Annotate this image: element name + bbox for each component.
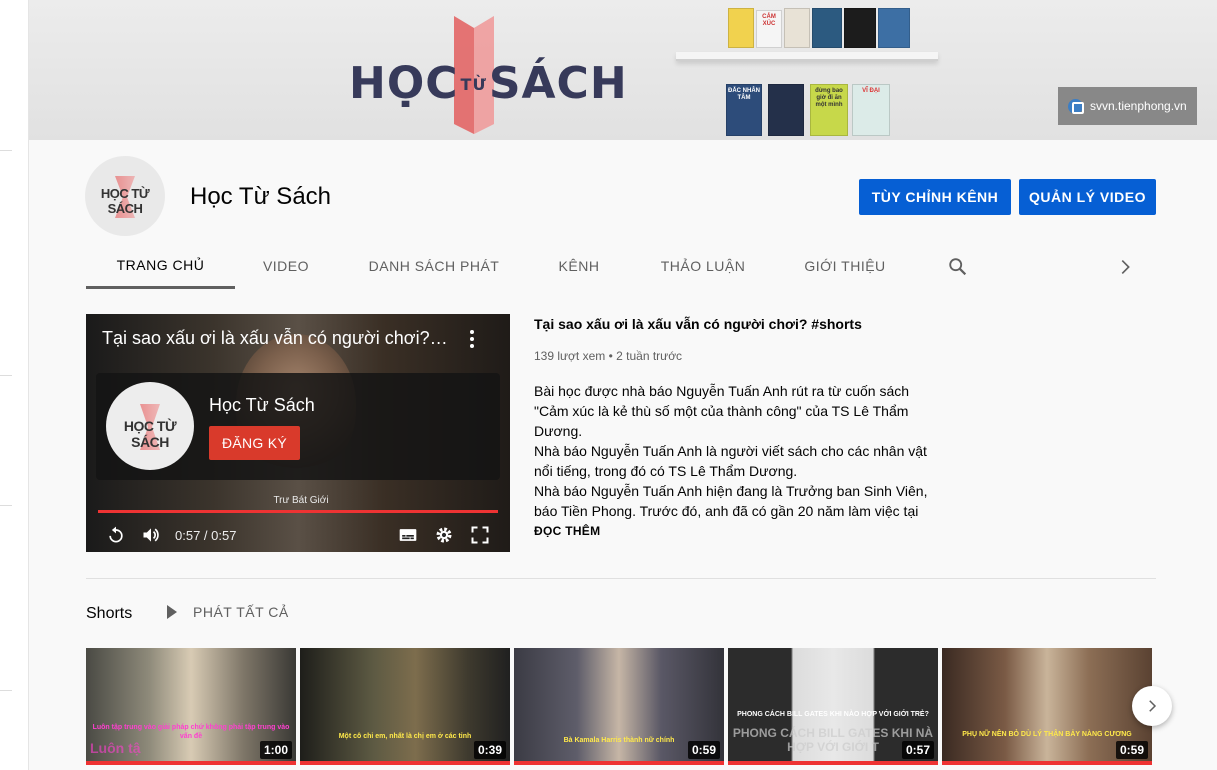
avatar-logo-text: HỌC TỪ SÁCH bbox=[123, 418, 177, 450]
short-thumbnail[interactable]: PHONG CÁCH BILL GATES KHI NÀO HỢP VỚI GI… bbox=[728, 648, 938, 765]
short-caption: PHỤ NỮ NÊN BỎ DÙ LÝ THẬN BẢY NÀNG CƯƠNG bbox=[962, 731, 1132, 738]
watched-bar bbox=[300, 761, 510, 765]
short-caption: Luôn tập trung vào giải pháp chứ không p… bbox=[92, 724, 290, 740]
tab-about[interactable]: GIỚI THIỆU bbox=[796, 244, 894, 288]
book-title: CẢM XÚC bbox=[762, 14, 776, 27]
featured-video-description: Bài học được nhà báo Nguyễn Tuấn Anh rút… bbox=[534, 381, 944, 523]
description-line: Nhà báo Nguyễn Tuấn Anh hiện đang là Trư… bbox=[534, 483, 928, 519]
short-caption: Một cô chi em, nhất là chị em ở các tỉnh bbox=[338, 733, 472, 740]
time-display: 0:57 / 0:57 bbox=[175, 528, 237, 543]
play-icon bbox=[167, 605, 177, 619]
short-thumbnail[interactable]: PHỤ NỮ NÊN BỎ DÙ LÝ THẬN BẢY NÀNG CƯƠNG … bbox=[942, 648, 1152, 765]
manage-videos-button[interactable]: QUẢN LÝ VIDEO bbox=[1019, 179, 1156, 215]
short-caption: PHONG CÁCH BILL GATES KHI NÀO HỢP VỚI GI… bbox=[737, 711, 929, 718]
svvn-logo-icon bbox=[1068, 98, 1084, 114]
play-all-button[interactable]: PHÁT TẤT CẢ bbox=[163, 604, 289, 620]
short-duration: 0:57 bbox=[901, 741, 934, 759]
logo-word-hoc: HỌC bbox=[349, 58, 459, 109]
logo-word-tu: TỪ bbox=[460, 74, 487, 94]
subtitles-icon[interactable] bbox=[398, 525, 418, 545]
channel-tabs: TRANG CHỦ VIDEO DANH SÁCH PHÁT KÊNH THẢO… bbox=[86, 244, 1166, 290]
replay-icon[interactable] bbox=[106, 525, 126, 545]
short-thumbnail[interactable]: Một cô chi em, nhất là chị em ở các tỉnh… bbox=[300, 648, 510, 765]
player-title[interactable]: Tại sao xấu ơi là xấu vẫn có người chơi?… bbox=[102, 328, 452, 349]
short-thumbnail[interactable]: Bà Kamala Harris thành nữ chính 0:59 bbox=[514, 648, 724, 765]
description-line: Nhà báo Nguyễn Tuấn Anh là người viết sá… bbox=[534, 443, 927, 479]
player-controls: 0:57 / 0:57 bbox=[86, 517, 510, 552]
section-divider bbox=[86, 578, 1156, 579]
channel-name: Học Từ Sách bbox=[190, 183, 332, 210]
watched-bar bbox=[514, 761, 724, 765]
watched-bar bbox=[86, 761, 296, 765]
banner-logo: HỌC TỪSÁCH bbox=[349, 14, 627, 134]
watched-bar bbox=[728, 761, 938, 765]
chevron-right-icon[interactable] bbox=[1114, 256, 1136, 278]
book-title: ĐẮC NHÂN TÂM bbox=[728, 88, 760, 101]
channel-header: HỌC TỪ SÁCH Học Từ Sách TÙY CHỈNH KÊNH Q… bbox=[29, 140, 1217, 290]
logo-word-sach: SÁCH bbox=[488, 58, 628, 109]
more-vert-icon[interactable] bbox=[466, 328, 478, 348]
shorts-row: Luôn tập trung vào giải pháp chứ không p… bbox=[86, 648, 1186, 770]
chevron-right-icon bbox=[1149, 700, 1157, 712]
tab-channels[interactable]: KÊNH bbox=[541, 244, 617, 288]
play-all-label: PHÁT TẤT CẢ bbox=[193, 604, 289, 620]
endcard-channel-avatar[interactable]: HỌC TỪ SÁCH bbox=[106, 382, 194, 470]
watched-bar bbox=[942, 761, 1152, 765]
book-title: đừng bao giờ đi ăn một mình bbox=[815, 88, 843, 108]
short-thumbnail[interactable]: Luôn tập trung vào giải pháp chứ không p… bbox=[86, 648, 296, 765]
channel-banner: HỌC TỪSÁCH CẢM XÚC ĐẮC NHÂN TÂM đừng bao … bbox=[29, 0, 1217, 140]
short-duration: 0:59 bbox=[687, 741, 720, 759]
book-shelf-image: CẢM XÚC ĐẮC NHÂN TÂM đừng bao giờ đi ăn … bbox=[676, 8, 938, 140]
tab-playlists[interactable]: DANH SÁCH PHÁT bbox=[354, 244, 514, 288]
book-title: VĨ ĐẠI bbox=[862, 88, 880, 94]
tab-discussion[interactable]: THẢO LUẬN bbox=[648, 244, 758, 288]
gear-icon[interactable] bbox=[434, 525, 454, 545]
watermark-text: svvn.tienphong.vn bbox=[1090, 99, 1187, 113]
volume-icon[interactable] bbox=[141, 525, 161, 545]
short-duration: 1:00 bbox=[259, 741, 292, 759]
channel-avatar[interactable]: HỌC TỪ SÁCH bbox=[85, 156, 165, 236]
featured-video-player[interactable]: Tại sao xấu ơi là xấu vẫn có người chơi?… bbox=[86, 314, 510, 552]
short-duration: 0:39 bbox=[473, 741, 506, 759]
shorts-shelf-title[interactable]: Shorts bbox=[86, 605, 132, 623]
read-more-button[interactable]: ĐỌC THÊM bbox=[534, 524, 944, 538]
featured-video-title[interactable]: Tại sao xấu ơi là xấu vẫn có người chơi?… bbox=[534, 314, 944, 334]
video-caption: Trư Bát Giới bbox=[273, 495, 329, 506]
tab-videos[interactable]: VIDEO bbox=[246, 244, 326, 288]
customize-channel-button[interactable]: TÙY CHỈNH KÊNH bbox=[859, 179, 1011, 215]
featured-video-info: Tại sao xấu ơi là xấu vẫn có người chơi?… bbox=[534, 314, 944, 538]
tab-home[interactable]: TRANG CHỦ bbox=[86, 244, 235, 289]
featured-video-meta: 139 lượt xem • 2 tuần trước bbox=[534, 349, 683, 363]
shorts-next-button[interactable] bbox=[1132, 686, 1172, 726]
home-content: Tại sao xấu ơi là xấu vẫn có người chơi?… bbox=[29, 290, 1217, 770]
fullscreen-icon[interactable] bbox=[470, 525, 490, 545]
subscribe-button[interactable]: ĐĂNG KÝ bbox=[209, 426, 300, 460]
search-icon[interactable] bbox=[947, 256, 969, 278]
endcard-channel-name[interactable]: Học Từ Sách bbox=[209, 395, 315, 416]
avatar-logo-text: HỌC TỪ SÁCH bbox=[100, 186, 150, 216]
watermark-badge: svvn.tienphong.vn bbox=[1058, 87, 1197, 125]
short-duration: 0:59 bbox=[1115, 741, 1148, 759]
description-line: Bài học được nhà báo Nguyễn Tuấn Anh rút… bbox=[534, 383, 910, 439]
progress-bar[interactable] bbox=[98, 510, 498, 513]
left-guide-strip bbox=[0, 0, 29, 770]
endcard-subscribe: HỌC TỪ SÁCH Học Từ Sách ĐĂNG KÝ bbox=[96, 373, 500, 480]
